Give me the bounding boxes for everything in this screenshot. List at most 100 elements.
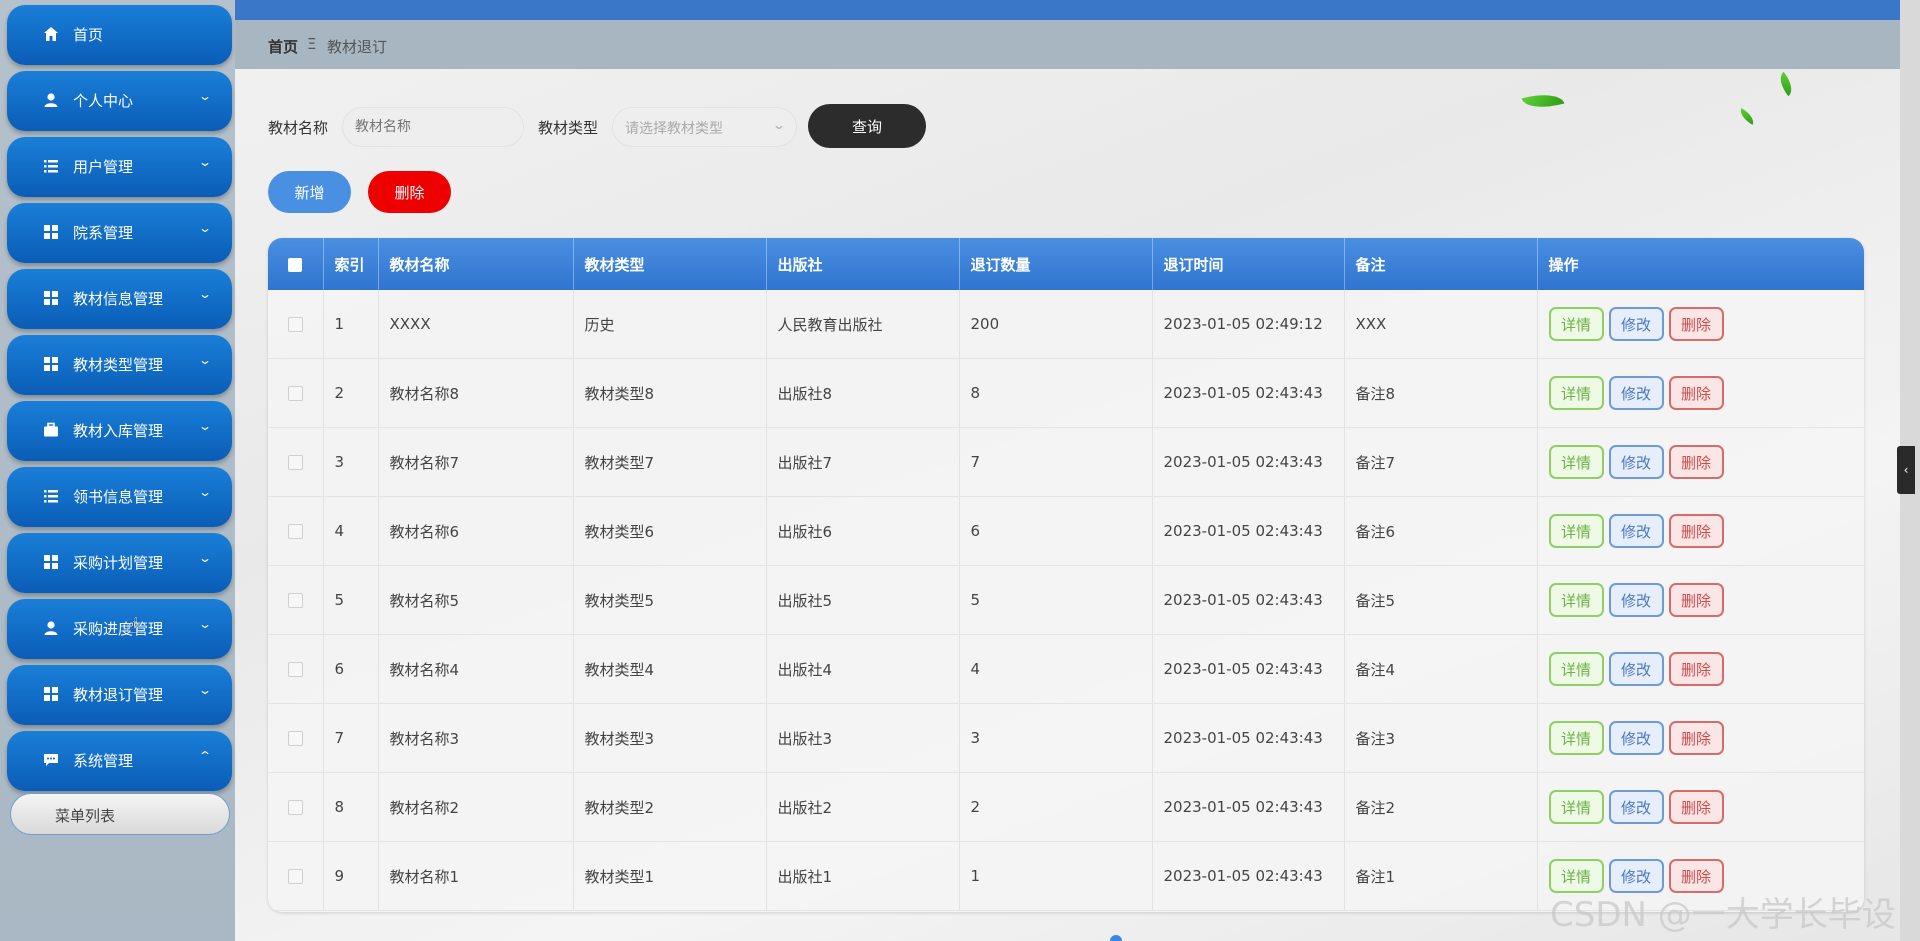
menu-list-subitem[interactable]: 菜单列表 [10,793,230,835]
delete-button[interactable]: 删除 [1668,652,1724,686]
cell-remark: XXX [1344,290,1538,359]
cell-publisher: 人民教育出版社 [766,290,960,359]
row-checkbox[interactable] [287,386,303,401]
row-checkbox[interactable] [287,455,303,470]
delete-button[interactable]: 删除 [1668,514,1724,548]
sidebar-item-12[interactable]: 系统管理 ⌃ [7,731,232,791]
detail-button[interactable]: 详情 [1548,790,1604,824]
sidebar-item-1[interactable]: 首页 [7,5,232,65]
cell-time: 2023-01-05 02:43:43 [1152,565,1345,635]
row-checkbox[interactable] [287,869,303,884]
sidebar-item-10[interactable]: 采购进度管理 ⌄ [7,599,232,659]
cell-publisher: 出版社2 [766,772,960,842]
sidebar-item-6[interactable]: 教材类型管理 ⌄ [7,335,232,395]
cell-quantity: 3 [959,703,1153,773]
table-row: 6 教材名称4 教材类型4 出版社4 4 2023-01-05 02:43:43 备注4 详情… [268,634,1864,704]
delete-button[interactable]: 删除 [1668,307,1724,341]
delete-button[interactable]: 删除 [1668,583,1724,617]
cell-time: 2023-01-05 02:43:43 [1152,841,1345,911]
sidebar-item-11[interactable]: 教材退订管理 ⌄ [7,665,232,725]
cell-quantity: 2 [959,772,1153,842]
detail-button[interactable]: 详情 [1548,445,1604,479]
edit-button[interactable]: 修改 [1608,790,1664,824]
edit-button[interactable]: 修改 [1608,721,1664,755]
row-checkbox[interactable] [287,317,303,332]
pagination-indicator[interactable] [1110,935,1122,941]
chevron-down-icon: ⌄ [197,89,213,103]
cell-time: 2023-01-05 02:43:43 [1152,427,1345,497]
cell-publisher: 出版社6 [766,496,960,566]
cell-quantity: 7 [959,427,1153,497]
grid-icon [42,289,60,307]
textbook-name-input[interactable] [342,107,524,147]
cell-publisher: 出版社4 [766,634,960,704]
detail-button[interactable]: 详情 [1548,514,1604,548]
sidebar-item-4[interactable]: 院系管理 ⌄ [7,203,232,263]
sidebar-item-label: 领书信息管理 [73,488,164,506]
edit-button[interactable]: 修改 [1608,583,1664,617]
detail-button[interactable]: 详情 [1548,721,1604,755]
cell-actions: 详情 修改 删除 [1537,634,1864,704]
collapse-handle-icon[interactable]: ‹ [1897,446,1915,494]
textbook-type-label: 教材类型 [538,119,599,137]
delete-button[interactable]: 删除 [1668,721,1724,755]
cell-name: 教材名称8 [378,358,574,428]
edit-button[interactable]: 修改 [1608,445,1664,479]
row-select-cell [268,841,324,911]
table-row: 4 教材名称6 教材类型6 出版社6 6 2023-01-05 02:43:43 备注6 详情… [268,496,1864,566]
cell-publisher: 出版社7 [766,427,960,497]
row-checkbox[interactable] [287,593,303,608]
detail-button[interactable]: 详情 [1548,583,1604,617]
breadcrumb-current: 教材退订 [327,38,388,56]
row-checkbox[interactable] [287,800,303,815]
sidebar-item-label: 系统管理 [73,752,134,770]
col-header-quantity: 退订数量 [959,238,1153,290]
batch-delete-button[interactable]: 删除 [368,171,451,213]
edit-button[interactable]: 修改 [1608,376,1664,410]
leaf-decoration-icon [1736,108,1758,125]
textbook-type-select[interactable]: 请选择教材类型 ⌄ [612,107,797,147]
row-checkbox[interactable] [287,731,303,746]
col-header-actions: 操作 [1537,238,1864,290]
sidebar-item-label: 用户管理 [73,158,134,176]
cell-quantity: 5 [959,565,1153,635]
breadcrumb-home[interactable]: 首页 [268,36,298,57]
cell-index: 6 [323,634,379,704]
delete-button[interactable]: 删除 [1668,376,1724,410]
cell-index: 9 [323,841,379,911]
add-button[interactable]: 新增 [268,171,351,213]
detail-button[interactable]: 详情 [1548,307,1604,341]
col-header-type: 教材类型 [573,238,767,290]
sidebar-item-2[interactable]: 个人中心 ⌄ [7,71,232,131]
cell-actions: 详情 修改 删除 [1537,565,1864,635]
cell-time: 2023-01-05 02:43:43 [1152,358,1345,428]
sidebar-item-8[interactable]: 领书信息管理 ⌄ [7,467,232,527]
query-button[interactable]: 查询 [808,104,926,148]
sidebar-item-label: 采购计划管理 [73,554,164,572]
mouse-cursor-icon: ☝ [126,614,140,639]
cell-quantity: 6 [959,496,1153,566]
cell-actions: 详情 修改 删除 [1537,772,1864,842]
edit-button[interactable]: 修改 [1608,652,1664,686]
detail-button[interactable]: 详情 [1548,376,1604,410]
delete-button[interactable]: 删除 [1668,445,1724,479]
delete-button[interactable]: 删除 [1668,790,1724,824]
row-select-cell [268,703,324,773]
detail-button[interactable]: 详情 [1548,652,1604,686]
row-checkbox[interactable] [287,662,303,677]
select-all-checkbox[interactable] [288,257,303,272]
cell-type: 教材类型7 [573,427,767,497]
sidebar-item-9[interactable]: 采购计划管理 ⌄ [7,533,232,593]
sidebar-item-7[interactable]: 教材入库管理 ⌄ [7,401,232,461]
edit-button[interactable]: 修改 [1608,514,1664,548]
cell-time: 2023-01-05 02:43:43 [1152,703,1345,773]
row-checkbox[interactable] [287,524,303,539]
cell-actions: 详情 修改 删除 [1537,290,1864,359]
edit-button[interactable]: 修改 [1608,307,1664,341]
chevron-down-icon: ⌄ [197,287,213,301]
sidebar-item-5[interactable]: 教材信息管理 ⌄ [7,269,232,329]
grid-icon [42,355,60,373]
cell-publisher: 出版社3 [766,703,960,773]
sidebar-item-3[interactable]: 用户管理 ⌄ [7,137,232,197]
cell-time: 2023-01-05 02:43:43 [1152,772,1345,842]
